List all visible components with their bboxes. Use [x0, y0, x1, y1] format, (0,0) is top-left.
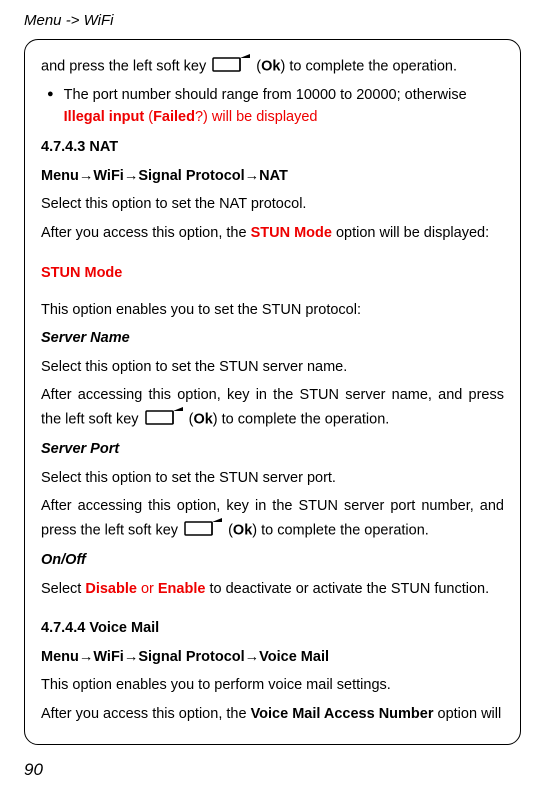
text: ) to complete the operation. — [252, 522, 429, 538]
nat-path: Menu→WiFi→Signal Protocol→NAT — [41, 165, 504, 187]
text: option will be displayed: — [332, 225, 489, 241]
text: ) to complete the operation. — [213, 411, 390, 427]
text-red: Illegal input — [64, 109, 145, 125]
heading-nat: 4.7.4.3 NAT — [41, 139, 504, 155]
nat-p1: Select this option to set the NAT protoc… — [41, 193, 504, 215]
heading-voicemail: 4.7.4.4 Voice Mail — [41, 620, 504, 636]
server-name-p1: Select this option to set the STUN serve… — [41, 356, 504, 378]
text: After you access this option, the — [41, 225, 251, 241]
text: The port number should range from 10000 … — [64, 87, 467, 103]
text-red: Enable — [158, 581, 206, 597]
server-name-heading: Server Name — [41, 327, 504, 349]
text-red: ?) will be displayed — [195, 109, 318, 125]
ok-text: Ok — [233, 522, 252, 538]
text-red: or — [137, 581, 158, 597]
text: ) to complete the operation. — [280, 59, 457, 75]
server-port-p2: After accessing this option, key in the … — [41, 495, 504, 543]
server-name-p2: After accessing this option, key in the … — [41, 384, 504, 432]
stun-p1: This option enables you to set the STUN … — [41, 299, 504, 321]
bullet-marker: ● — [47, 85, 54, 129]
text-bold: Voice Mail Access Number — [251, 706, 434, 722]
text: Select — [41, 581, 85, 597]
content-frame: and press the left soft key (Ok) to comp… — [24, 39, 521, 745]
intro-line: and press the left soft key (Ok) to comp… — [41, 54, 504, 79]
softkey-icon — [184, 524, 226, 540]
text-red: ( — [144, 109, 153, 125]
page-header: Menu -> WiFi — [24, 12, 521, 29]
onoff-p1: Select Disable or Enable to deactivate o… — [41, 578, 504, 600]
stun-mode-heading: STUN Mode — [41, 262, 504, 284]
server-port-p1: Select this option to set the STUN serve… — [41, 467, 504, 489]
text: to deactivate or activate the STUN funct… — [205, 581, 489, 597]
nat-p2: After you access this option, the STUN M… — [41, 222, 504, 244]
bullet-item: ● The port number should range from 1000… — [47, 85, 504, 129]
text: and press the left soft key — [41, 59, 210, 75]
page-number: 90 — [24, 760, 43, 780]
onoff-heading: On/Off — [41, 549, 504, 571]
vm-p1: This option enables you to perform voice… — [41, 674, 504, 696]
text: option will — [434, 706, 502, 722]
text-red: Failed — [153, 109, 195, 125]
text-red: Disable — [85, 581, 137, 597]
text-red: STUN Mode — [251, 225, 332, 241]
ok-text: Ok — [261, 59, 280, 75]
softkey-icon — [212, 60, 254, 76]
page: Menu -> WiFi and press the left soft key… — [0, 0, 545, 790]
vm-p2: After you access this option, the Voice … — [41, 703, 504, 725]
bullet-text: The port number should range from 10000 … — [64, 85, 504, 129]
server-port-heading: Server Port — [41, 438, 504, 460]
vm-path: Menu→WiFi→Signal Protocol→Voice Mail — [41, 646, 504, 668]
softkey-icon — [145, 413, 187, 429]
text: After you access this option, the — [41, 706, 251, 722]
ok-text: Ok — [193, 411, 212, 427]
